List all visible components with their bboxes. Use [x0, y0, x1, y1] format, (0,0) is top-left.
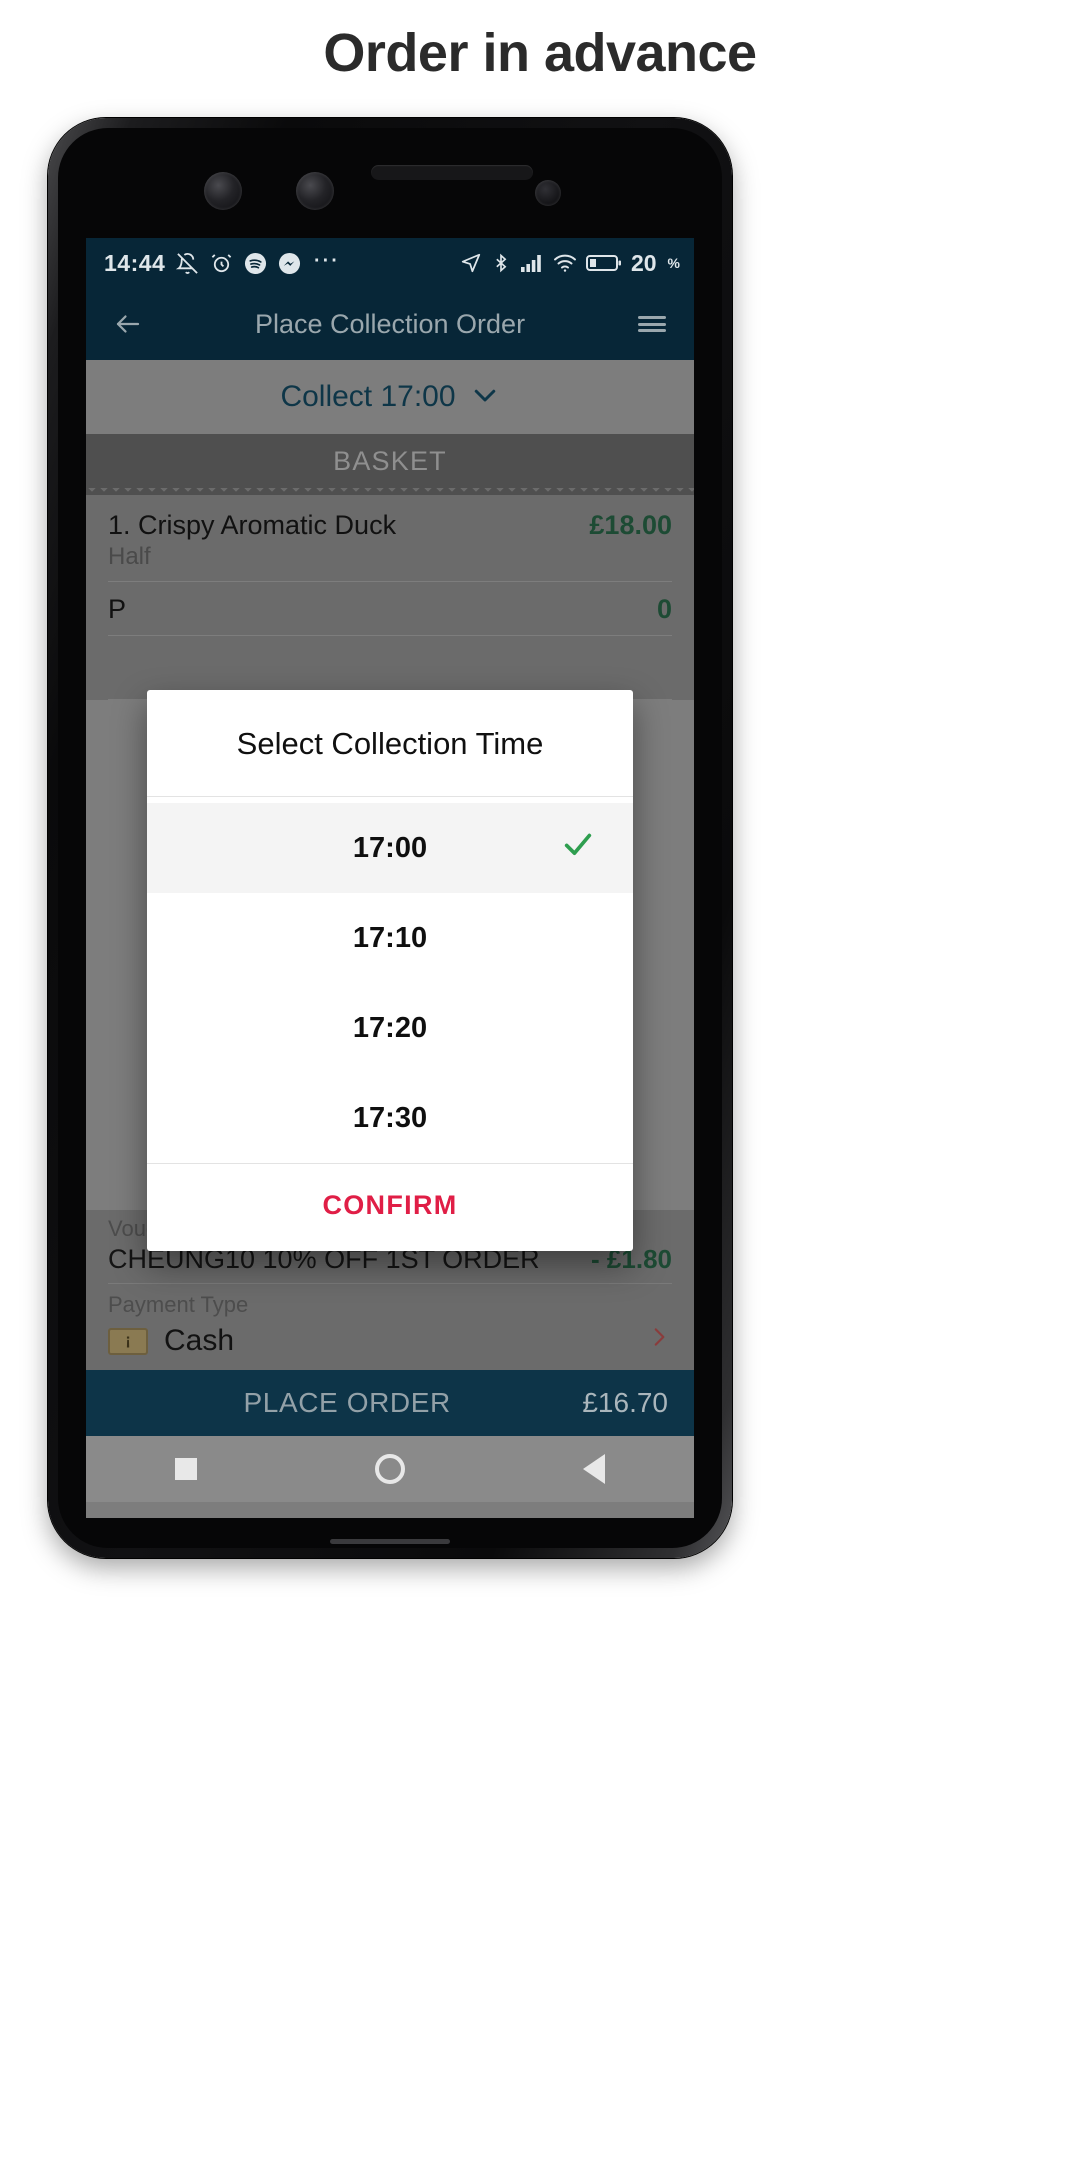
phone-screen-bezel: 14:44 ⋯ 20 % Place Collection Order Coll… [58, 128, 722, 1548]
payment-type-row[interactable]: ¡ Cash [108, 1318, 672, 1370]
select-collection-time-dialog: Select Collection Time 17:00 17:10 17:20… [147, 690, 633, 1251]
app-screen: 14:44 ⋯ 20 % Place Collection Order Coll… [86, 238, 694, 1518]
front-camera-secondary-icon [296, 172, 334, 210]
wifi-icon [553, 253, 577, 273]
confirm-button[interactable]: CONFIRM [322, 1190, 457, 1221]
order-summary-section: Voucher applied CHEUNG10 10% OFF 1ST ORD… [86, 1210, 694, 1502]
alarm-clock-icon [210, 252, 233, 275]
battery-percent-sign: % [667, 255, 680, 271]
earpiece-speaker [371, 165, 533, 180]
bell-mute-icon [176, 252, 199, 275]
basket-item-price: £18.00 [589, 510, 672, 540]
basket-header: BASKET [86, 434, 694, 495]
basket-row[interactable]: 1. Crispy Aromatic Duck Half £18.00 [108, 498, 672, 582]
battery-icon [585, 253, 622, 273]
collect-time-selector[interactable]: Collect 17:00 [86, 360, 694, 434]
basket-item-name: 1. Crispy Aromatic Duck [108, 510, 397, 540]
app-bar-title: Place Collection Order [254, 308, 526, 339]
square-icon[interactable] [175, 1458, 197, 1480]
banknote-icon: ¡ [108, 1327, 148, 1355]
time-option-label: 17:20 [352, 1011, 428, 1044]
bluetooth-icon [491, 252, 511, 274]
cellular-signal-icon [520, 253, 544, 273]
receipt-zigzag-edge [86, 487, 694, 495]
android-nav-bar [86, 1436, 694, 1502]
circle-icon[interactable] [375, 1454, 405, 1484]
place-order-button[interactable]: PLACE ORDER £16.70 [86, 1370, 694, 1436]
front-camera-icon [204, 172, 242, 210]
status-bar-overflow-icon: ⋯ [312, 243, 341, 274]
chevron-down-icon [470, 380, 500, 415]
collection-time-options: 17:00 17:10 17:20 17:30 [147, 797, 633, 1163]
dialog-title: Select Collection Time [147, 690, 633, 797]
arrow-left-icon[interactable] [106, 302, 150, 346]
page-title: Order in advance [323, 23, 757, 83]
spotify-icon [244, 252, 267, 275]
collect-time-label: Collect 17:00 [280, 380, 456, 413]
basket-item-name: P [108, 594, 127, 624]
time-option-label: 17:00 [352, 831, 428, 864]
payment-type-label: Payment Type [108, 1292, 249, 1317]
hamburger-menu-icon[interactable] [630, 302, 674, 346]
phone-bottom-accent [330, 1539, 450, 1544]
time-option-2[interactable]: 17:10 [147, 893, 633, 983]
phone-mockup: 14:44 ⋯ 20 % Place Collection Order Coll… [48, 118, 732, 1558]
basket-item-option: Half [108, 543, 151, 570]
place-order-total: £16.70 [582, 1387, 668, 1418]
time-option-1[interactable]: 17:00 [147, 803, 633, 893]
chevron-right-icon[interactable] [646, 1324, 672, 1358]
triangle-back-icon[interactable] [583, 1454, 605, 1484]
app-bar: Place Collection Order [86, 288, 694, 360]
place-order-label: PLACE ORDER [243, 1387, 451, 1418]
status-bar-clock: 14:44 [104, 249, 166, 276]
location-arrow-icon [460, 252, 482, 274]
payment-method-name: Cash [164, 1324, 235, 1357]
basket-row[interactable]: P 0 [108, 582, 672, 636]
status-bar: 14:44 ⋯ 20 % [86, 238, 694, 288]
time-option-label: 17:30 [352, 1101, 428, 1134]
check-icon [561, 827, 595, 869]
basket-item-price: 0 [656, 594, 672, 624]
time-option-4[interactable]: 17:30 [147, 1073, 633, 1163]
messenger-icon [278, 252, 301, 275]
basket-header-label: BASKET [333, 445, 447, 476]
basket-list: 1. Crispy Aromatic Duck Half £18.00 P 0 [86, 488, 694, 700]
battery-percent-value: 20 [630, 249, 657, 276]
dialog-footer: CONFIRM [147, 1163, 633, 1251]
time-option-label: 17:10 [352, 921, 428, 954]
proximity-sensor-icon [535, 180, 561, 206]
time-option-3[interactable]: 17:20 [147, 983, 633, 1073]
